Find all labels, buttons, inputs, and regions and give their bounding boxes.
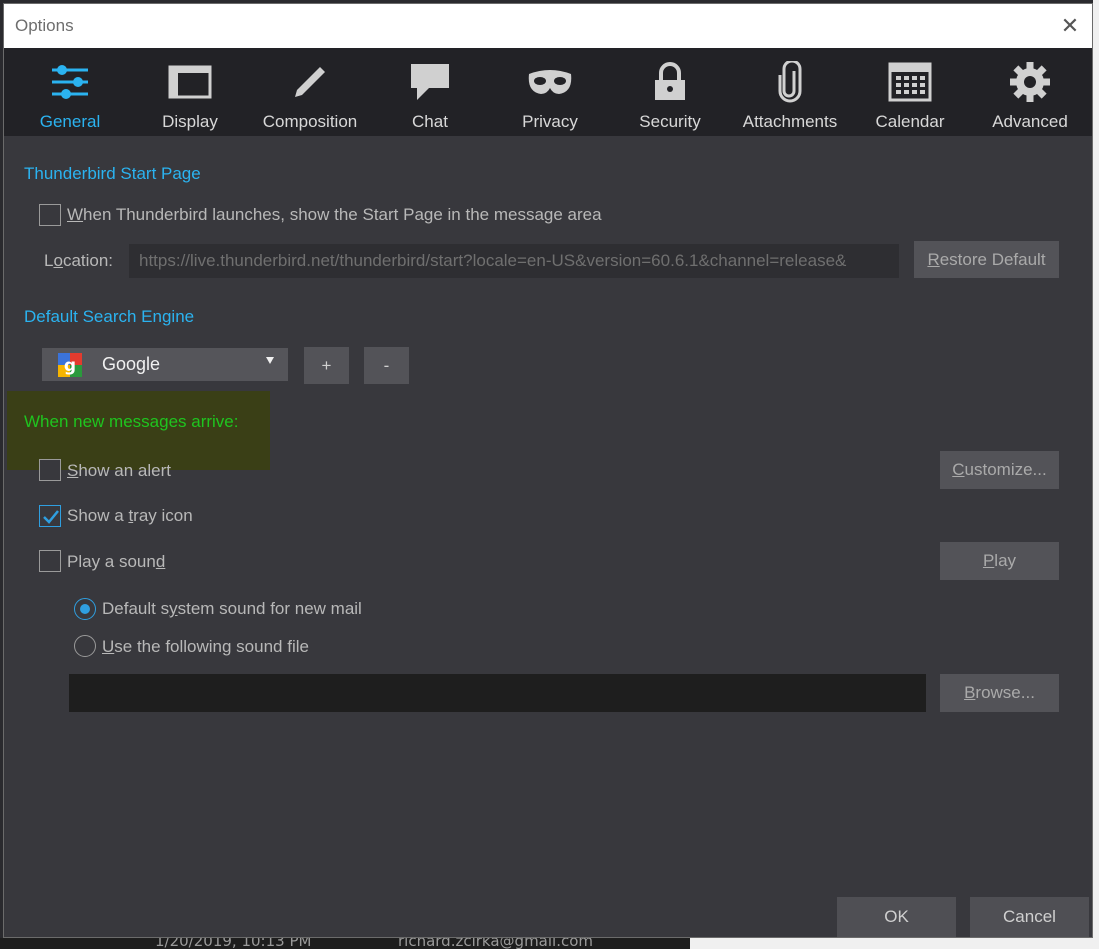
ok-button[interactable]: OK: [837, 897, 956, 937]
preferences-toolbar: General Display Composition Chat Privacy: [4, 48, 1092, 136]
calendar-grid-icon: [886, 58, 934, 106]
tab-label: General: [39, 112, 101, 131]
svg-text:g: g: [64, 356, 76, 376]
tab-display[interactable]: Display: [130, 48, 250, 136]
custom-sound-label[interactable]: Use the following sound file: [102, 637, 309, 657]
search-engine-value: Google: [102, 354, 161, 374]
paperclip-icon: [766, 58, 814, 106]
tab-label: Attachments: [742, 112, 838, 131]
options-dialog: Options ✕ General Display Composition Ch…: [3, 3, 1093, 938]
tab-chat[interactable]: Chat: [370, 48, 490, 136]
add-search-engine-button[interactable]: +: [304, 347, 349, 384]
show-start-page-label[interactable]: When Thunderbird launches, show the Star…: [67, 205, 602, 225]
label-text: se the following sound file: [114, 637, 309, 656]
label-text: ray icon: [133, 506, 193, 525]
tab-composition[interactable]: Composition: [250, 48, 370, 136]
default-sound-radio[interactable]: [74, 598, 96, 620]
play-sound-checkbox[interactable]: [39, 550, 61, 572]
label-text: cation:: [62, 251, 114, 270]
window-icon: [166, 58, 214, 106]
remove-search-engine-button[interactable]: -: [364, 347, 409, 384]
access-key: y: [169, 599, 178, 618]
label-text: hen Thunderbird launches, show the Start…: [83, 205, 602, 224]
restore-default-button[interactable]: Restore Default: [914, 241, 1059, 278]
customize-button[interactable]: Customize...: [940, 451, 1059, 489]
tab-advanced[interactable]: Advanced: [970, 48, 1090, 136]
padlock-icon: [646, 58, 694, 106]
access-key: U: [102, 637, 115, 656]
close-icon[interactable]: ✕: [1056, 12, 1084, 40]
show-tray-icon-label[interactable]: Show a tray icon: [67, 506, 193, 526]
tab-label: Display: [162, 112, 218, 131]
tab-calendar[interactable]: Calendar: [850, 48, 970, 136]
tab-label: Composition: [262, 112, 358, 131]
search-engine-select[interactable]: g Google: [42, 348, 288, 381]
tab-label: Calendar: [875, 112, 945, 131]
mask-icon: [526, 58, 574, 106]
tab-security[interactable]: Security: [610, 48, 730, 136]
label-text: Play a soun: [67, 552, 156, 571]
speech-bubble-icon: [406, 58, 454, 106]
label-text: stem sound for new mail: [177, 599, 362, 618]
pencil-icon: [286, 58, 334, 106]
access-key: P: [982, 551, 995, 570]
background-date: 1/20/2019, 10:13 PM: [155, 938, 312, 949]
play-button[interactable]: Play: [940, 542, 1059, 580]
label-text: Show a: [67, 506, 129, 525]
title-bar: Options ✕: [4, 4, 1092, 48]
show-tray-icon-checkbox[interactable]: [39, 505, 61, 527]
access-key: W: [67, 205, 84, 224]
google-logo-icon: g: [58, 352, 82, 377]
sound-file-input[interactable]: [69, 674, 926, 712]
new-messages-heading: When new messages arrive:: [24, 412, 239, 431]
play-sound-label[interactable]: Play a sound: [67, 552, 165, 572]
location-label: Location:: [44, 251, 113, 271]
background-pane: [690, 938, 1099, 949]
access-key: S: [67, 461, 79, 480]
tab-general[interactable]: General: [10, 48, 130, 136]
location-input[interactable]: https://live.thunderbird.net/thunderbird…: [129, 244, 899, 278]
button-label: estore Default: [939, 249, 1046, 269]
access-key: B: [964, 683, 976, 702]
background-email: richard.zcirka@gmail.com: [398, 938, 594, 949]
browse-button[interactable]: Browse...: [940, 674, 1059, 712]
show-start-page-checkbox[interactable]: [39, 204, 61, 226]
tab-privacy[interactable]: Privacy: [490, 48, 610, 136]
background-window-edge: [1093, 0, 1099, 949]
default-sound-label[interactable]: Default system sound for new mail: [102, 599, 362, 619]
tab-label: Security: [639, 112, 701, 131]
tab-label: Privacy: [522, 112, 578, 131]
button-label: lay: [994, 551, 1017, 570]
cancel-button[interactable]: Cancel: [970, 897, 1089, 937]
window-title: Options: [15, 16, 74, 35]
sliders-icon: [46, 58, 94, 106]
show-alert-label[interactable]: Show an alert: [67, 461, 171, 481]
access-key: C: [952, 460, 965, 479]
button-label: rowse...: [975, 683, 1035, 702]
search-engine-heading: Default Search Engine: [24, 307, 195, 326]
tab-label: Advanced: [992, 112, 1068, 131]
chevron-down-icon: [266, 357, 274, 364]
tab-label: Chat: [412, 112, 448, 131]
show-alert-checkbox[interactable]: [39, 459, 61, 481]
custom-sound-radio[interactable]: [74, 635, 96, 657]
access-key: R: [927, 249, 940, 269]
button-label: ustomize...: [964, 460, 1047, 479]
label-text: Default s: [102, 599, 170, 618]
start-page-heading: Thunderbird Start Page: [24, 164, 201, 183]
label-text: how an alert: [78, 461, 171, 480]
tab-attachments[interactable]: Attachments: [730, 48, 850, 136]
gear-icon: [1006, 58, 1054, 106]
access-key: o: [53, 251, 63, 270]
background-message-list: 1/20/2019, 10:13 PM richard.zcirka@gmail…: [0, 938, 690, 949]
checkmark-icon: [43, 510, 59, 524]
access-key: d: [155, 552, 166, 571]
